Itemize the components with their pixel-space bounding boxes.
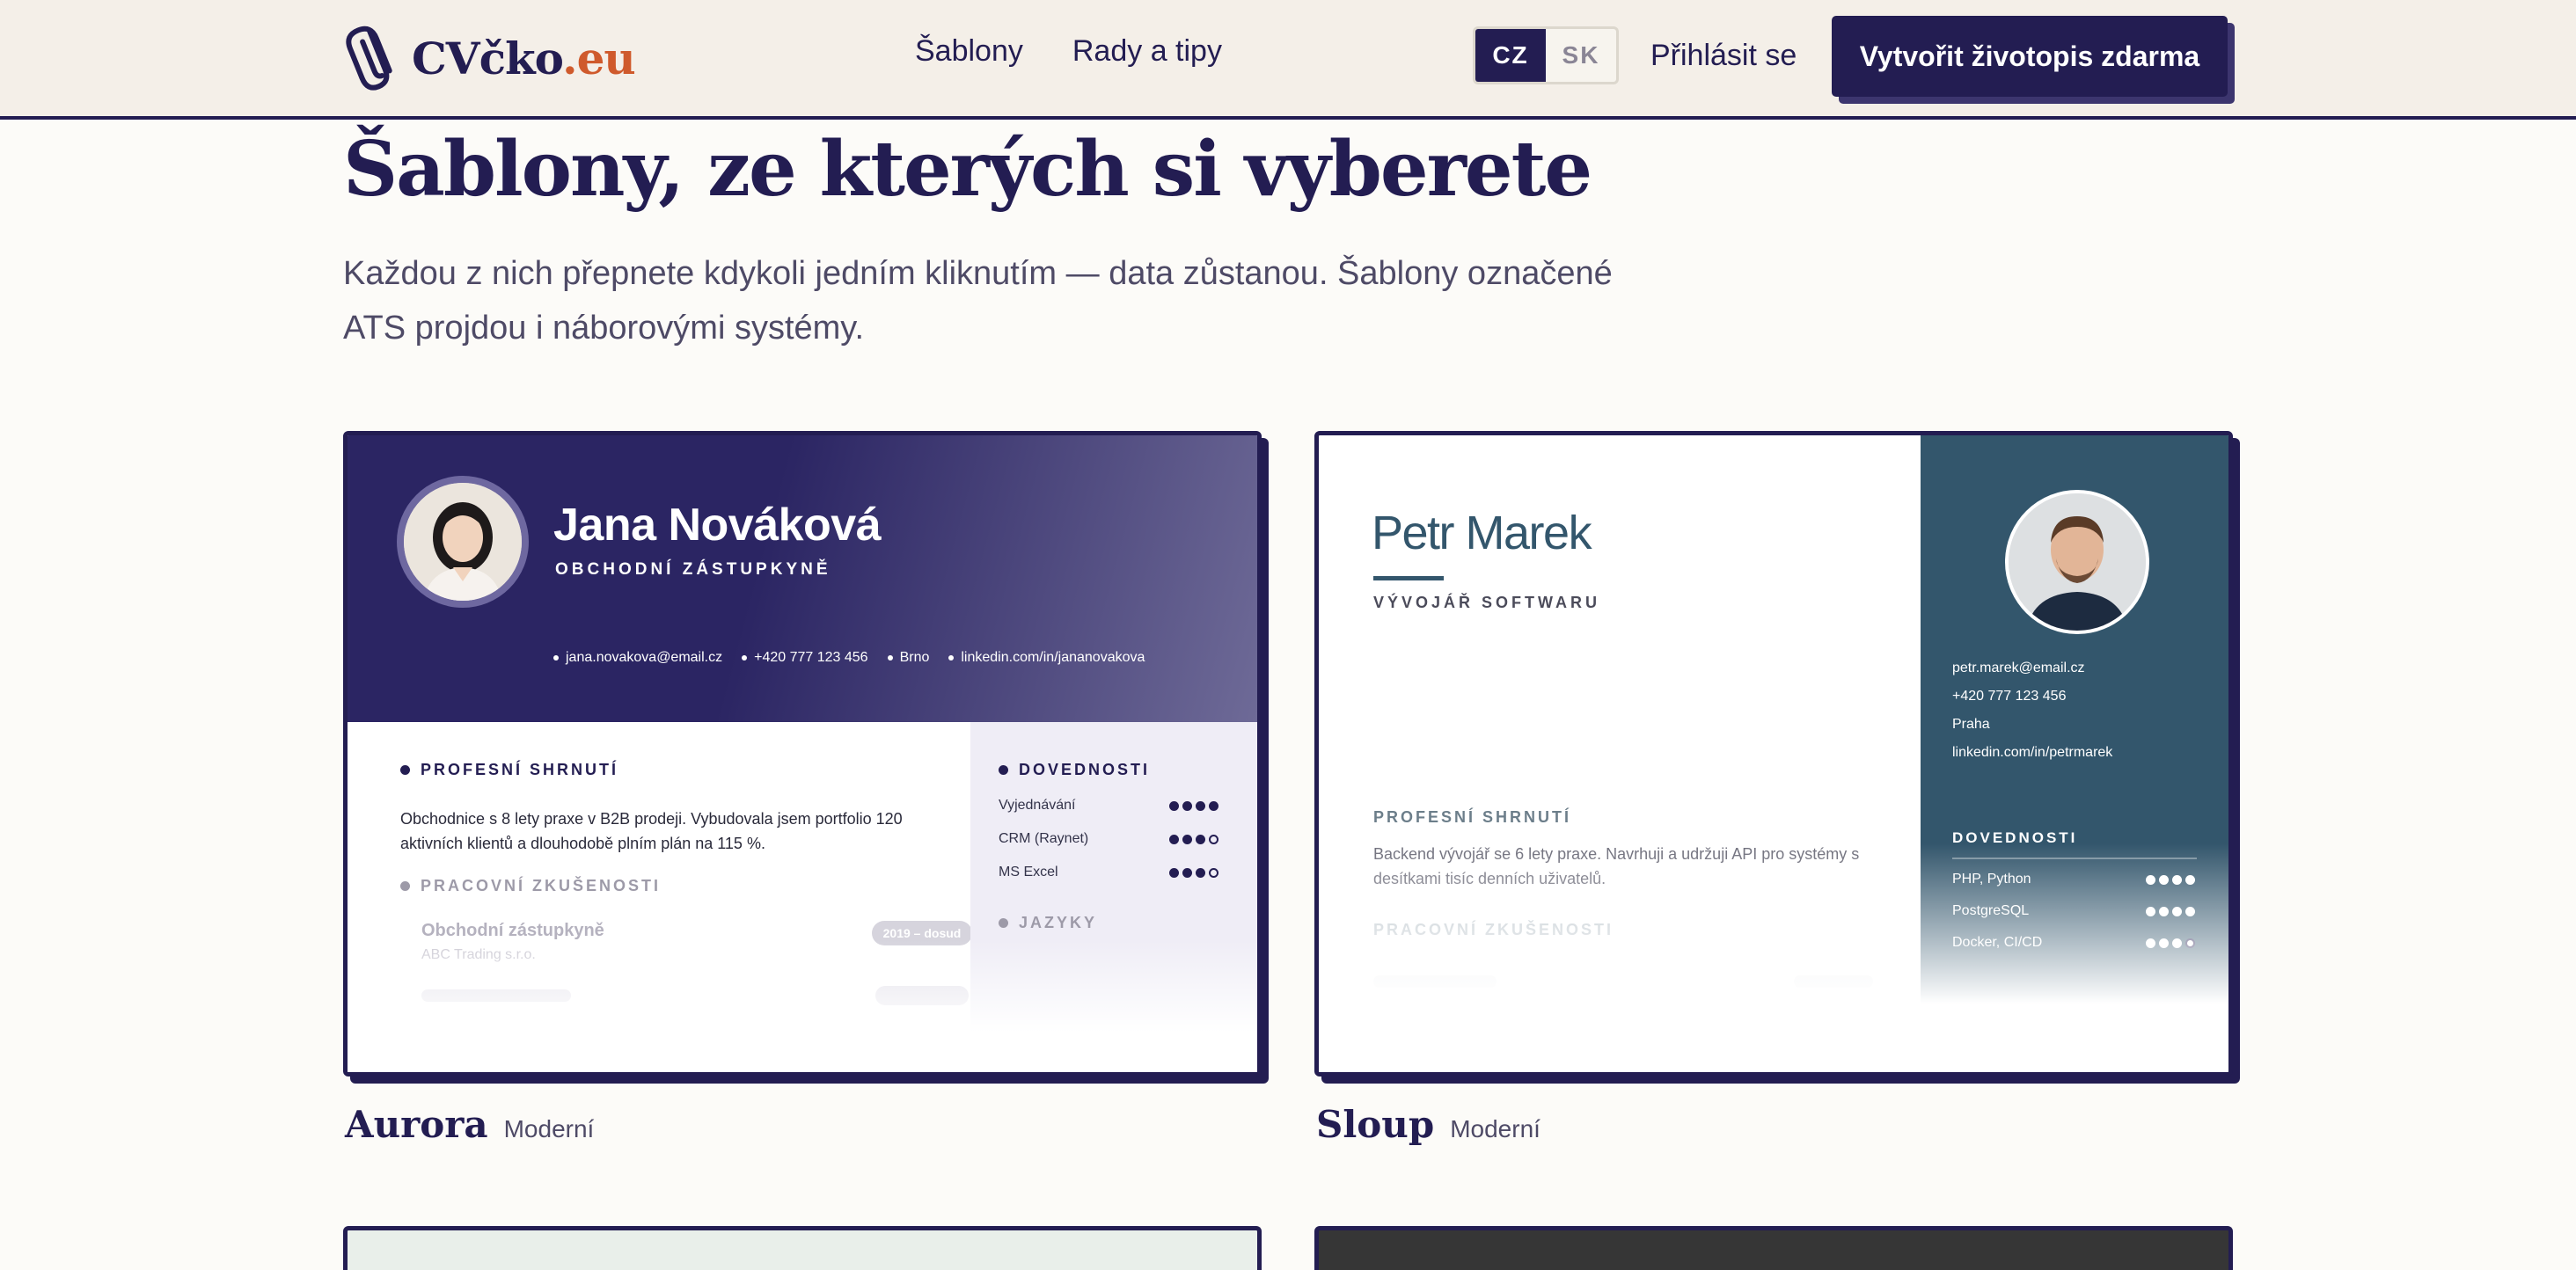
aurora-contact-city: Brno — [888, 650, 930, 666]
page-title: Šablony, ze kterých si vyberete — [343, 125, 1592, 214]
logo[interactable]: CVčko.eu — [345, 21, 636, 95]
aurora-skill-row: MS Excel — [999, 865, 1218, 880]
logo-tld: .eu — [562, 32, 636, 84]
sloup-experience-heading: PRACOVNÍ ZKUŠENOSTI — [1373, 921, 1614, 938]
skill-level-dots — [1169, 800, 1218, 811]
aurora-job-company: ABC Trading s.r.o. — [421, 947, 536, 962]
aurora-languages-heading: JAZYKY — [999, 914, 1097, 932]
aurora-contact-phone: +420 777 123 456 — [742, 650, 867, 666]
skill-level-dots — [2146, 906, 2195, 916]
paperclip-icon — [346, 26, 392, 91]
main-nav: Šablony Rady a tipy — [915, 32, 1222, 70]
template-name-sloup[interactable]: Sloup — [1316, 1103, 1434, 1146]
sloup-avatar — [2005, 490, 2149, 634]
sloup-side-column: petr.marek@email.cz +420 777 123 456 Pra… — [1921, 435, 2228, 1072]
sloup-contact-city: Praha — [1952, 717, 1990, 732]
person-photo-icon — [2009, 493, 2146, 631]
sloup-skill-row: PHP, Python — [1952, 872, 2195, 887]
language-switcher: CZ SK — [1473, 26, 1619, 84]
template-category-aurora: Moderní — [503, 1115, 595, 1142]
aurora-job-date: 2019 – dosud — [872, 921, 972, 945]
logo-brand: CVčko — [412, 32, 563, 84]
lang-cz-button[interactable]: CZ — [1475, 29, 1546, 82]
aurora-job-date-placeholder — [875, 986, 969, 1005]
sloup-summary-heading: PROFESNÍ SHRNUTÍ — [1373, 808, 1572, 826]
aurora-job-title: Obchodní zástupkyně — [421, 921, 604, 940]
template-card-partial[interactable] — [343, 1226, 1262, 1270]
login-link[interactable]: Přihlásit se — [1650, 35, 1797, 76]
aurora-contact-linkedin: linkedin.com/in/jananovakova — [948, 650, 1145, 666]
aurora-job-placeholder — [421, 989, 571, 1002]
aurora-summary: Obchodnice s 8 lety praxe v B2B prodeji.… — [400, 810, 903, 852]
sloup-summary: Backend vývojář se 6 lety praxe. Navrhuj… — [1373, 845, 1860, 887]
aurora-person-role: OBCHODNÍ ZÁSTUPKYNĚ — [555, 560, 831, 579]
site-header: CVčko.eu Šablony Rady a tipy CZ SK Přihl… — [0, 0, 2576, 120]
person-photo-icon — [404, 483, 522, 601]
aurora-header: Jana Nováková OBCHODNÍ ZÁSTUPKYNĚ jana.n… — [348, 435, 1257, 722]
sloup-person-role: VÝVOJÁŘ SOFTWARU — [1373, 594, 1601, 611]
sloup-contact-phone: +420 777 123 456 — [1952, 689, 2067, 704]
skill-level-dots — [2146, 874, 2195, 885]
template-card-sloup[interactable]: Petr Marek VÝVOJÁŘ SOFTWARU PROFESNÍ SHR… — [1314, 431, 2233, 1077]
create-cv-button[interactable]: Vytvořit životopis zdarma — [1832, 16, 2228, 97]
sloup-skills-rule — [1952, 858, 2197, 859]
logo-text: CVčko.eu — [412, 32, 636, 84]
nav-link-tips[interactable]: Rady a tipy — [1072, 32, 1222, 70]
page-subtitle: Každou z nich přepnete kdykoli jedním kl… — [343, 255, 1613, 347]
aurora-person-name: Jana Nováková — [553, 500, 882, 551]
template-category-sloup: Moderní — [1450, 1115, 1540, 1142]
aurora-skill-row: CRM (Raynet) — [999, 831, 1218, 847]
sloup-job-date-placeholder — [1794, 975, 1873, 988]
template-card-aurora[interactable]: Jana Nováková OBCHODNÍ ZÁSTUPKYNĚ jana.n… — [343, 431, 1262, 1077]
sloup-skills-heading: DOVEDNOSTI — [1952, 829, 2078, 846]
aurora-main-column: PROFESNÍ SHRNUTÍ Obchodnice s 8 lety pra… — [348, 722, 972, 1072]
aurora-avatar — [397, 476, 529, 608]
nav-link-templates[interactable]: Šablony — [915, 32, 1023, 70]
aurora-skills-heading: DOVEDNOSTI — [999, 761, 1150, 779]
aurora-contact-email: jana.novakova@email.cz — [553, 650, 722, 666]
sloup-person-name: Petr Marek — [1372, 507, 1592, 559]
lang-sk-button[interactable]: SK — [1546, 29, 1616, 82]
aurora-caption: Aurora Moderní — [345, 1103, 594, 1146]
sloup-job-placeholder — [1373, 975, 1497, 988]
sloup-contact-linkedin: linkedin.com/in/petrmarek — [1952, 745, 2113, 760]
aurora-contacts: jana.novakova@email.cz +420 777 123 456 … — [553, 650, 1145, 666]
sloup-skill-row: PostgreSQL — [1952, 903, 2195, 919]
skill-level-dots — [2146, 938, 2195, 948]
sloup-contact-email: petr.marek@email.cz — [1952, 661, 2085, 675]
skill-level-dots — [1169, 867, 1218, 878]
sloup-caption: Sloup Moderní — [1316, 1103, 1540, 1146]
sloup-skill-row: Docker, CI/CD — [1952, 935, 2195, 951]
aurora-side-column: DOVEDNOSTI Vyjednávání CRM (Raynet) MS E… — [970, 722, 1257, 1072]
aurora-summary-heading: PROFESNÍ SHRNUTÍ — [400, 761, 618, 779]
aurora-experience-heading: PRACOVNÍ ZKUŠENOSTI — [400, 877, 661, 895]
skill-level-dots — [1169, 834, 1218, 844]
template-card-partial[interactable] — [1314, 1226, 2233, 1270]
sloup-name-rule — [1373, 576, 1444, 580]
aurora-skill-row: Vyjednávání — [999, 798, 1218, 814]
template-name-aurora[interactable]: Aurora — [345, 1103, 488, 1146]
